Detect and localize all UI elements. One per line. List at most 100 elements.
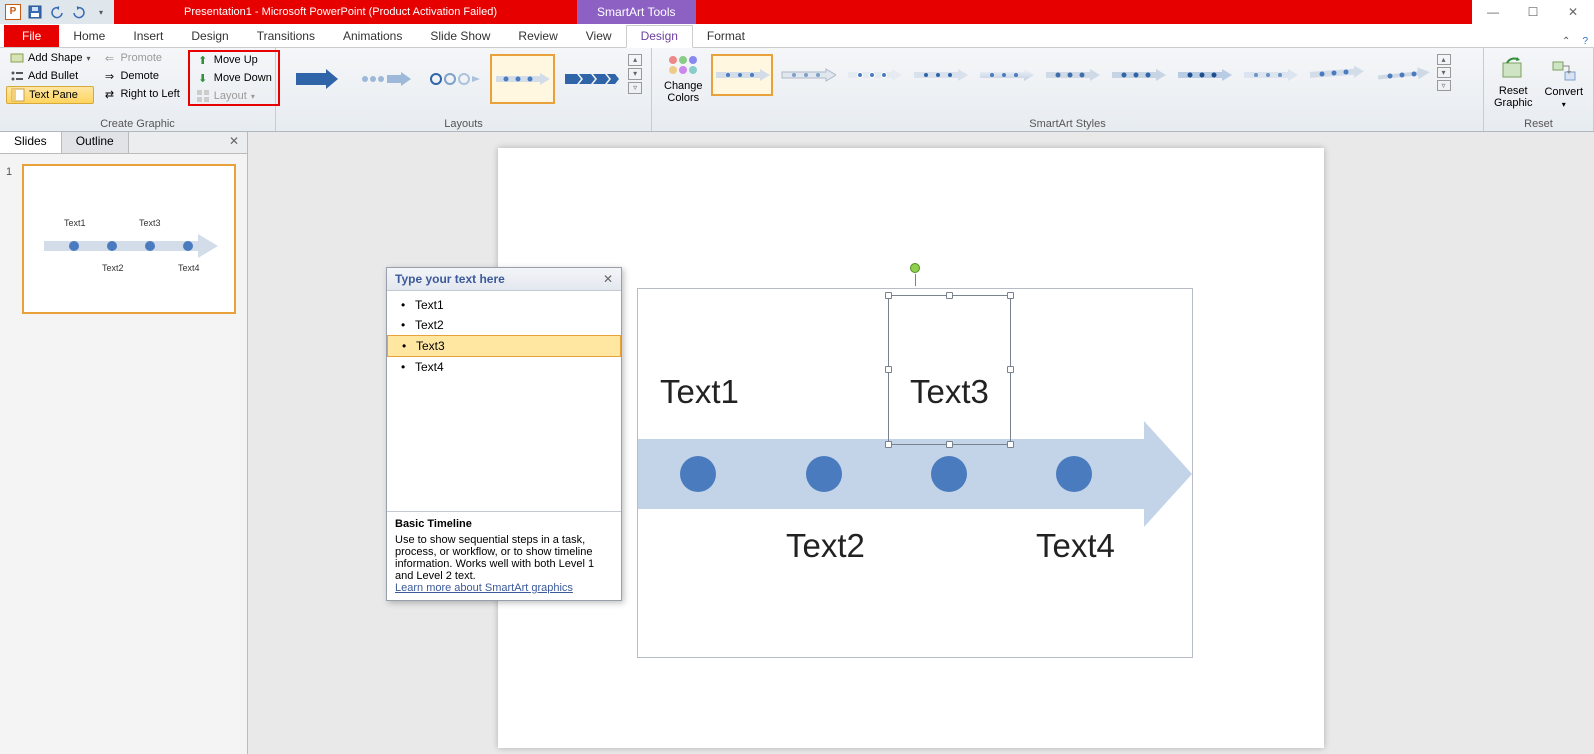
add-shape-icon [10,51,24,65]
text-pane-header[interactable]: Type your text here ✕ [387,268,621,291]
outline-tab[interactable]: Outline [62,132,129,153]
style-option-8[interactable] [1173,54,1235,96]
slide-number: 1 [6,166,12,178]
tab-smartart-design[interactable]: Design [626,25,693,48]
text-pane-close-icon[interactable]: ✕ [603,272,613,286]
text-pane-item-4[interactable]: Text4 [387,357,621,377]
reset-graphic-button[interactable]: Reset Graphic [1490,57,1537,109]
minimize-button[interactable]: — [1486,5,1500,19]
tab-view[interactable]: View [572,26,626,47]
text-pane-icon [11,88,25,102]
add-shape-button[interactable]: Add Shape ▾ [6,50,94,66]
move-up-button[interactable]: ⬆Move Up [192,52,276,68]
maximize-button[interactable]: ☐ [1526,5,1540,19]
timeline-arrow-shape[interactable] [638,439,1192,509]
text-pane-item-3-selected[interactable]: Text3 [387,335,621,357]
style-option-4[interactable] [909,54,971,96]
layout-option-4-selected[interactable] [490,54,555,104]
ribbon-minimize-icon[interactable]: ⌃ [1556,36,1576,47]
style-option-10[interactable] [1305,54,1367,96]
layouts-gallery-scroll[interactable]: ▴ ▾ ▿ [627,54,643,94]
thumb-text3: Text3 [139,218,161,228]
layout-option-2[interactable] [353,54,418,104]
pane-close-icon[interactable]: ✕ [221,132,247,153]
ribbon: Add Shape ▾ Add Bullet Text Pane ⇐Promot… [0,48,1594,132]
ribbon-tabs: File Home Insert Design Transitions Anim… [0,24,1594,48]
demote-button[interactable]: ⇒Demote [98,68,183,84]
slides-tab[interactable]: Slides [0,132,62,153]
slide-thumbnail-1[interactable]: 1 Text1 Text3 Text2 Text4 [8,164,239,314]
style-option-6[interactable] [1041,54,1103,96]
timeline-dot-3[interactable] [931,456,967,492]
tab-home[interactable]: Home [59,26,119,47]
gallery-down-icon[interactable]: ▾ [628,68,642,80]
title-bar: P ▾ Presentation1 - Microsoft PowerPoint… [0,0,1594,24]
smartart-text-pane: Type your text here ✕ Text1 Text2 Text3 … [386,267,622,601]
style-option-3[interactable] [843,54,905,96]
tab-review[interactable]: Review [504,26,571,47]
smartart-label-2[interactable]: Text2 [786,527,865,565]
styles-up-icon[interactable]: ▴ [1437,54,1451,65]
style-option-11[interactable] [1371,54,1433,96]
text-pane-learn-more-link[interactable]: Learn more about SmartArt graphics [395,582,573,594]
tab-insert[interactable]: Insert [119,26,177,47]
smartart-label-1[interactable]: Text1 [660,373,739,411]
text-pane-footer-desc: Use to show sequential steps in a task, … [395,534,613,582]
group-label-reset: Reset [1490,116,1587,130]
qat-customize-icon[interactable]: ▾ [92,3,110,21]
right-to-left-button[interactable]: ⇄Right to Left [98,86,183,102]
group-label-layouts: Layouts [282,116,645,130]
move-down-icon: ⬇ [196,71,210,85]
styles-down-icon[interactable]: ▾ [1437,67,1451,78]
style-option-5[interactable] [975,54,1037,96]
save-icon[interactable] [26,3,44,21]
move-down-button[interactable]: ⬇Move Down [192,70,276,86]
tab-smartart-format[interactable]: Format [693,26,759,47]
promote-button[interactable]: ⇐Promote [98,50,183,66]
add-bullet-button[interactable]: Add Bullet [6,68,94,84]
smartart-label-4[interactable]: Text4 [1036,527,1115,565]
tab-design[interactable]: Design [177,26,242,47]
styles-gallery-scroll[interactable]: ▴ ▾ ▿ [1437,54,1451,91]
layout-option-1[interactable] [284,54,349,104]
group-label-create-graphic: Create Graphic [6,116,269,130]
smartart-graphic[interactable]: Text1 Text2 Text3 Text4 [637,288,1193,658]
styles-more-icon[interactable]: ▿ [1437,80,1451,91]
layout-option-3[interactable] [421,54,486,104]
redo-icon[interactable] [70,3,88,21]
contextual-tab-label: SmartArt Tools [577,0,695,24]
layout-button[interactable]: Layout ▾ [192,88,276,104]
editor-canvas[interactable]: Text1 Text2 Text3 Text4 Type your text h… [248,132,1594,754]
app-icon[interactable]: P [4,3,22,21]
window-title: Presentation1 - Microsoft PowerPoint (Pr… [114,6,497,18]
change-colors-button[interactable]: Change Colors [660,54,707,106]
style-option-1-selected[interactable] [711,54,773,96]
window-controls: — ☐ ✕ [1472,0,1594,24]
style-option-7[interactable] [1107,54,1169,96]
gallery-more-icon[interactable]: ▿ [628,82,642,94]
text-pane-item-2[interactable]: Text2 [387,315,621,335]
style-option-9[interactable] [1239,54,1301,96]
help-icon[interactable]: ? [1576,36,1594,47]
layout-option-5[interactable] [559,54,624,104]
convert-button[interactable]: Convert▾ [1541,58,1588,109]
tab-slideshow[interactable]: Slide Show [416,26,504,47]
close-button[interactable]: ✕ [1566,5,1580,19]
style-option-2[interactable] [777,54,839,96]
rotate-handle[interactable] [910,263,920,273]
move-up-icon: ⬆ [196,53,210,67]
layouts-gallery: ▴ ▾ ▿ [282,50,645,116]
shape-selection[interactable] [888,295,1011,445]
tab-animations[interactable]: Animations [329,26,416,47]
demote-icon: ⇒ [102,69,116,83]
timeline-dot-4[interactable] [1056,456,1092,492]
gallery-up-icon[interactable]: ▴ [628,54,642,66]
timeline-dot-2[interactable] [806,456,842,492]
reset-graphic-icon [1500,57,1526,83]
undo-icon[interactable] [48,3,66,21]
tab-file[interactable]: File [4,25,59,47]
text-pane-toggle[interactable]: Text Pane [6,86,94,104]
text-pane-item-1[interactable]: Text1 [387,295,621,315]
timeline-dot-1[interactable] [680,456,716,492]
tab-transitions[interactable]: Transitions [243,26,329,47]
